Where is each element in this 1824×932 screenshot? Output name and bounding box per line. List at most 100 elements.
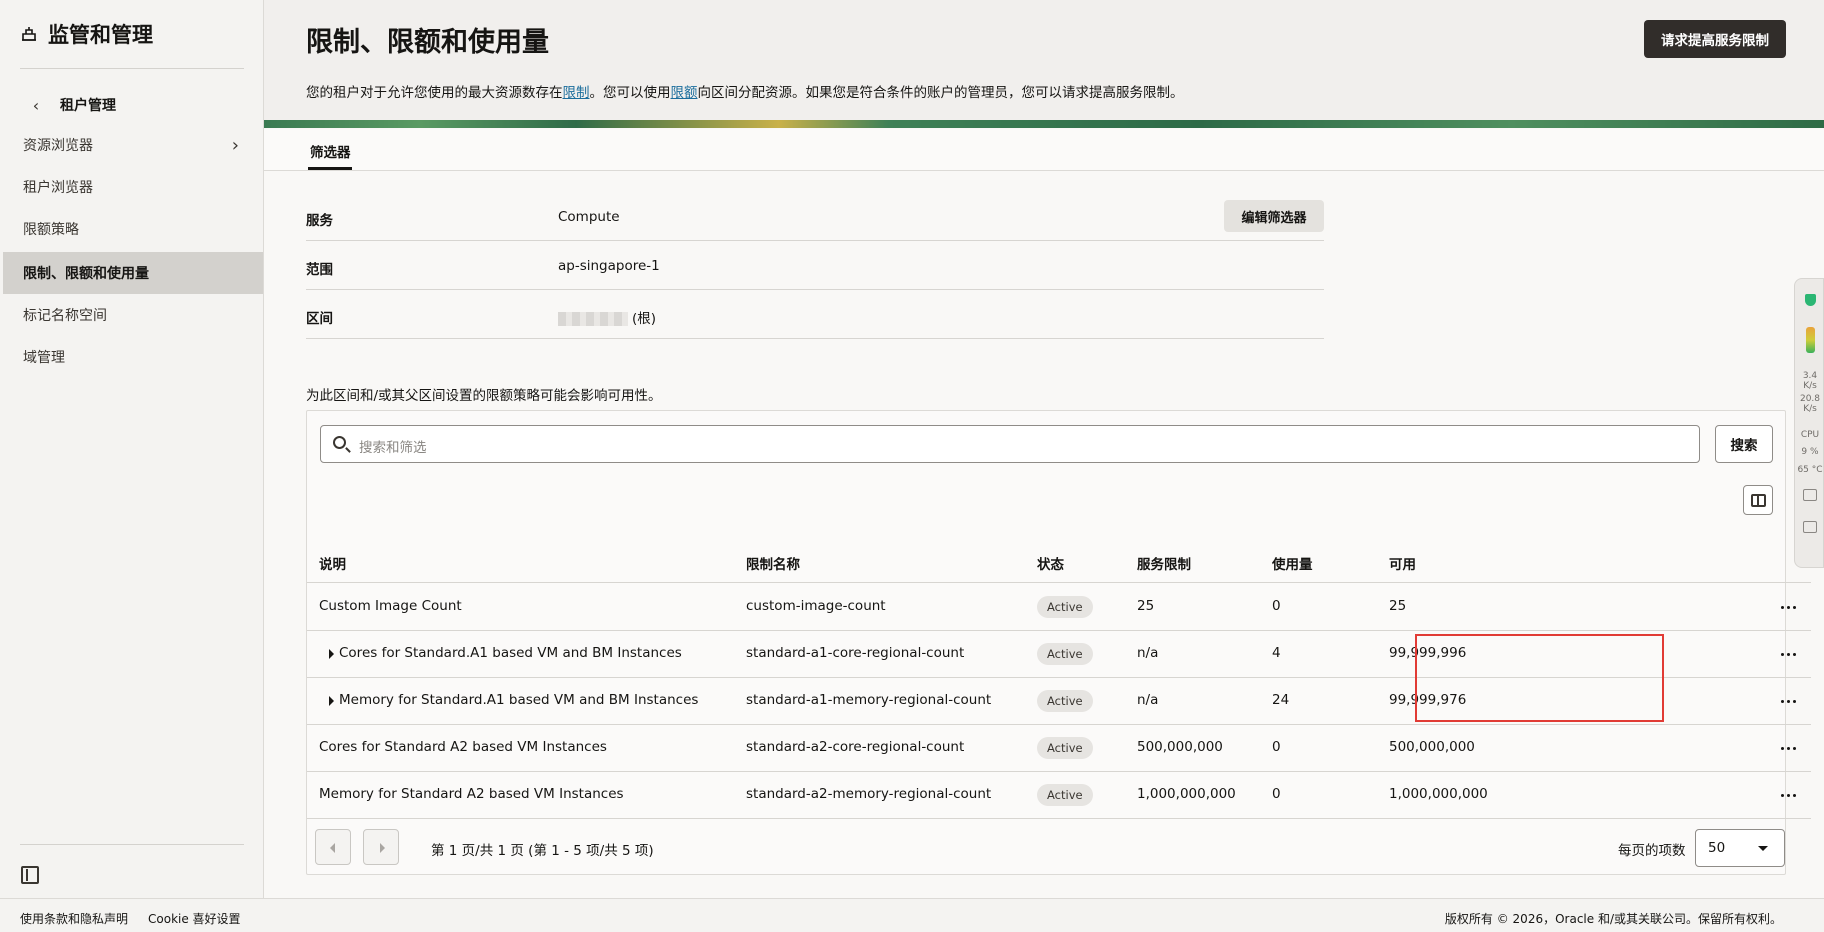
- shield-icon: [1805, 294, 1816, 306]
- cell-description: Memory for Standard.A1 based VM and BM I…: [339, 692, 699, 708]
- status-badge: Active: [1037, 737, 1093, 759]
- edit-filters-button[interactable]: 编辑筛选器: [1224, 200, 1324, 232]
- sidebar-item-tag-namespaces[interactable]: 标记名称空间: [3, 294, 263, 336]
- chevron-right-icon: [380, 843, 385, 853]
- col-available[interactable]: 可用: [1389, 553, 1416, 573]
- status-badge: Active: [1037, 643, 1093, 665]
- filter-summary: 服务 Compute 编辑筛选器 范围 ap-singapore-1 区间 (根…: [306, 192, 1324, 339]
- header-banner-strip: [264, 120, 1824, 128]
- cell-usage: 0: [1272, 598, 1281, 614]
- cell-service-limit: 25: [1137, 598, 1155, 614]
- row-actions-icon[interactable]: [1777, 643, 1799, 665]
- expand-row-icon[interactable]: [329, 696, 334, 706]
- governance-icon: [22, 27, 36, 41]
- col-service-limit[interactable]: 服务限制: [1137, 553, 1191, 573]
- chevron-down-icon: [1758, 846, 1768, 851]
- sidebar-item-resource-explorer[interactable]: 资源浏览器 ›: [3, 124, 263, 166]
- cell-available: 25: [1389, 598, 1407, 614]
- chevron-left-icon: ‹: [32, 95, 40, 115]
- items-per-page-select[interactable]: 50: [1695, 829, 1785, 867]
- status-badge: Active: [1037, 690, 1093, 712]
- footer: 使用条款和隐私声明 Cookie 喜好设置 版权所有 © 2026，Oracle…: [0, 898, 1824, 932]
- upload-rate: 3.4: [1802, 371, 1818, 381]
- system-monitor-widget[interactable]: 3.4 K/s 20.8 K/s CPU 9 % 65 °C: [1794, 278, 1824, 568]
- cookie-preferences-link[interactable]: Cookie 喜好设置: [148, 910, 241, 927]
- pagination-summary: 第 1 页/共 1 页 (第 1 - 5 项/共 5 项): [431, 843, 654, 859]
- col-limit-name[interactable]: 限制名称: [746, 553, 800, 573]
- row-actions-icon[interactable]: [1777, 784, 1799, 806]
- cell-service-limit: 500,000,000: [1137, 739, 1223, 755]
- redacted-compartment-name: [558, 312, 628, 326]
- sidebar-item-limits-quotas-usage[interactable]: 限制、限额和使用量: [3, 252, 263, 294]
- chevron-right-icon: ›: [231, 134, 239, 156]
- cell-service-limit: n/a: [1137, 645, 1159, 661]
- cell-available: 1,000,000,000: [1389, 786, 1488, 802]
- table-row: Custom Image Count custom-image-count Ac…: [307, 584, 1811, 631]
- columns-icon: [1751, 494, 1766, 507]
- sidebar: 监管和管理 ‹ 租户管理 资源浏览器 › 租户浏览器 限额策略 限制、限额和使用…: [0, 0, 264, 898]
- sidebar-item-label: 标记名称空间: [23, 308, 107, 324]
- col-status[interactable]: 状态: [1037, 553, 1064, 573]
- expand-row-icon[interactable]: [329, 649, 334, 659]
- quotas-link[interactable]: 限额: [671, 85, 698, 101]
- upload-unit: K/s: [1803, 381, 1817, 391]
- cell-limit-name: standard-a2-core-regional-count: [746, 739, 965, 755]
- search-icon: [333, 436, 346, 449]
- tab-filters[interactable]: 筛选器: [310, 141, 351, 161]
- filter-label: 区间: [306, 311, 333, 327]
- next-page-button[interactable]: [363, 829, 399, 865]
- quota-note: 为此区间和/或其父区间设置的限额策略可能会影响可用性。: [306, 388, 662, 404]
- request-limit-increase-button[interactable]: 请求提高服务限制: [1644, 20, 1786, 58]
- terms-privacy-link[interactable]: 使用条款和隐私声明: [20, 910, 128, 927]
- back-to-tenancy-management[interactable]: ‹ 租户管理: [20, 92, 116, 118]
- cell-service-limit: n/a: [1137, 692, 1159, 708]
- search-button[interactable]: 搜索: [1715, 425, 1773, 463]
- table-row: Memory for Standard A2 based VM Instance…: [307, 772, 1811, 819]
- desc-text: 向区间分配资源。如果您是符合条件的账户的管理员，您可以请求提高服务限制。: [697, 85, 1184, 101]
- cell-limit-name: standard-a1-core-regional-count: [746, 645, 965, 661]
- filter-value: (根): [558, 307, 656, 327]
- download-unit: K/s: [1803, 404, 1817, 414]
- items-per-page-value: 50: [1708, 840, 1726, 856]
- sidebar-item-label: 限制、限额和使用量: [23, 266, 149, 282]
- memory-gauge-icon: [1806, 327, 1815, 353]
- cell-usage: 0: [1272, 786, 1281, 802]
- table-header: 说明 限制名称 状态 服务限制 使用量 可用: [307, 541, 1811, 583]
- cell-available: 500,000,000: [1389, 739, 1475, 755]
- cpu-label: CPU: [1800, 430, 1820, 440]
- cell-limit-name: custom-image-count: [746, 598, 886, 614]
- sidebar-item-label: 限额策略: [23, 222, 79, 238]
- cell-description: Memory for Standard A2 based VM Instance…: [319, 786, 624, 802]
- video-record-icon[interactable]: [1803, 521, 1817, 533]
- cell-limit-name: standard-a2-memory-regional-count: [746, 786, 992, 802]
- filter-label: 服务: [306, 213, 333, 229]
- filter-row-compartment: 区间 (根): [306, 290, 1324, 339]
- cell-service-limit: 1,000,000,000: [1137, 786, 1236, 802]
- sidebar-item-tenancy-explorer[interactable]: 租户浏览器: [3, 166, 263, 208]
- col-description[interactable]: 说明: [319, 553, 346, 573]
- sidebar-item-label: 租户浏览器: [23, 180, 93, 196]
- cell-usage: 4: [1272, 645, 1281, 661]
- sidebar-item-label: 域管理: [23, 350, 65, 366]
- collapse-sidebar-icon[interactable]: [21, 866, 39, 884]
- limits-link[interactable]: 限制: [563, 85, 590, 101]
- search-input[interactable]: 搜索和筛选: [320, 425, 1700, 463]
- sidebar-item-quota-policies[interactable]: 限额策略: [3, 208, 263, 250]
- previous-page-button[interactable]: [315, 829, 351, 865]
- desc-text: 。您可以使用: [589, 85, 671, 101]
- sidebar-header: 监管和管理: [0, 0, 263, 68]
- status-badge: Active: [1037, 784, 1093, 806]
- col-usage[interactable]: 使用量: [1272, 553, 1313, 573]
- desc-text: 您的租户对于允许您使用的最大资源数存在: [306, 85, 563, 101]
- sidebar-item-domains[interactable]: 域管理: [3, 336, 263, 378]
- filter-value: ap-singapore-1: [558, 258, 660, 274]
- column-settings-button[interactable]: [1743, 485, 1773, 515]
- row-actions-icon[interactable]: [1777, 690, 1799, 712]
- search-placeholder: 搜索和筛选: [359, 440, 427, 456]
- chevron-left-icon: [330, 843, 335, 853]
- row-actions-icon[interactable]: [1777, 737, 1799, 759]
- row-actions-icon[interactable]: [1777, 596, 1799, 618]
- copyright: 版权所有 © 2026，Oracle 和/或其关联公司。保留所有权利。: [1444, 912, 1782, 926]
- items-per-page-label: 每页的项数: [1618, 843, 1686, 859]
- screenshot-icon[interactable]: [1803, 489, 1817, 501]
